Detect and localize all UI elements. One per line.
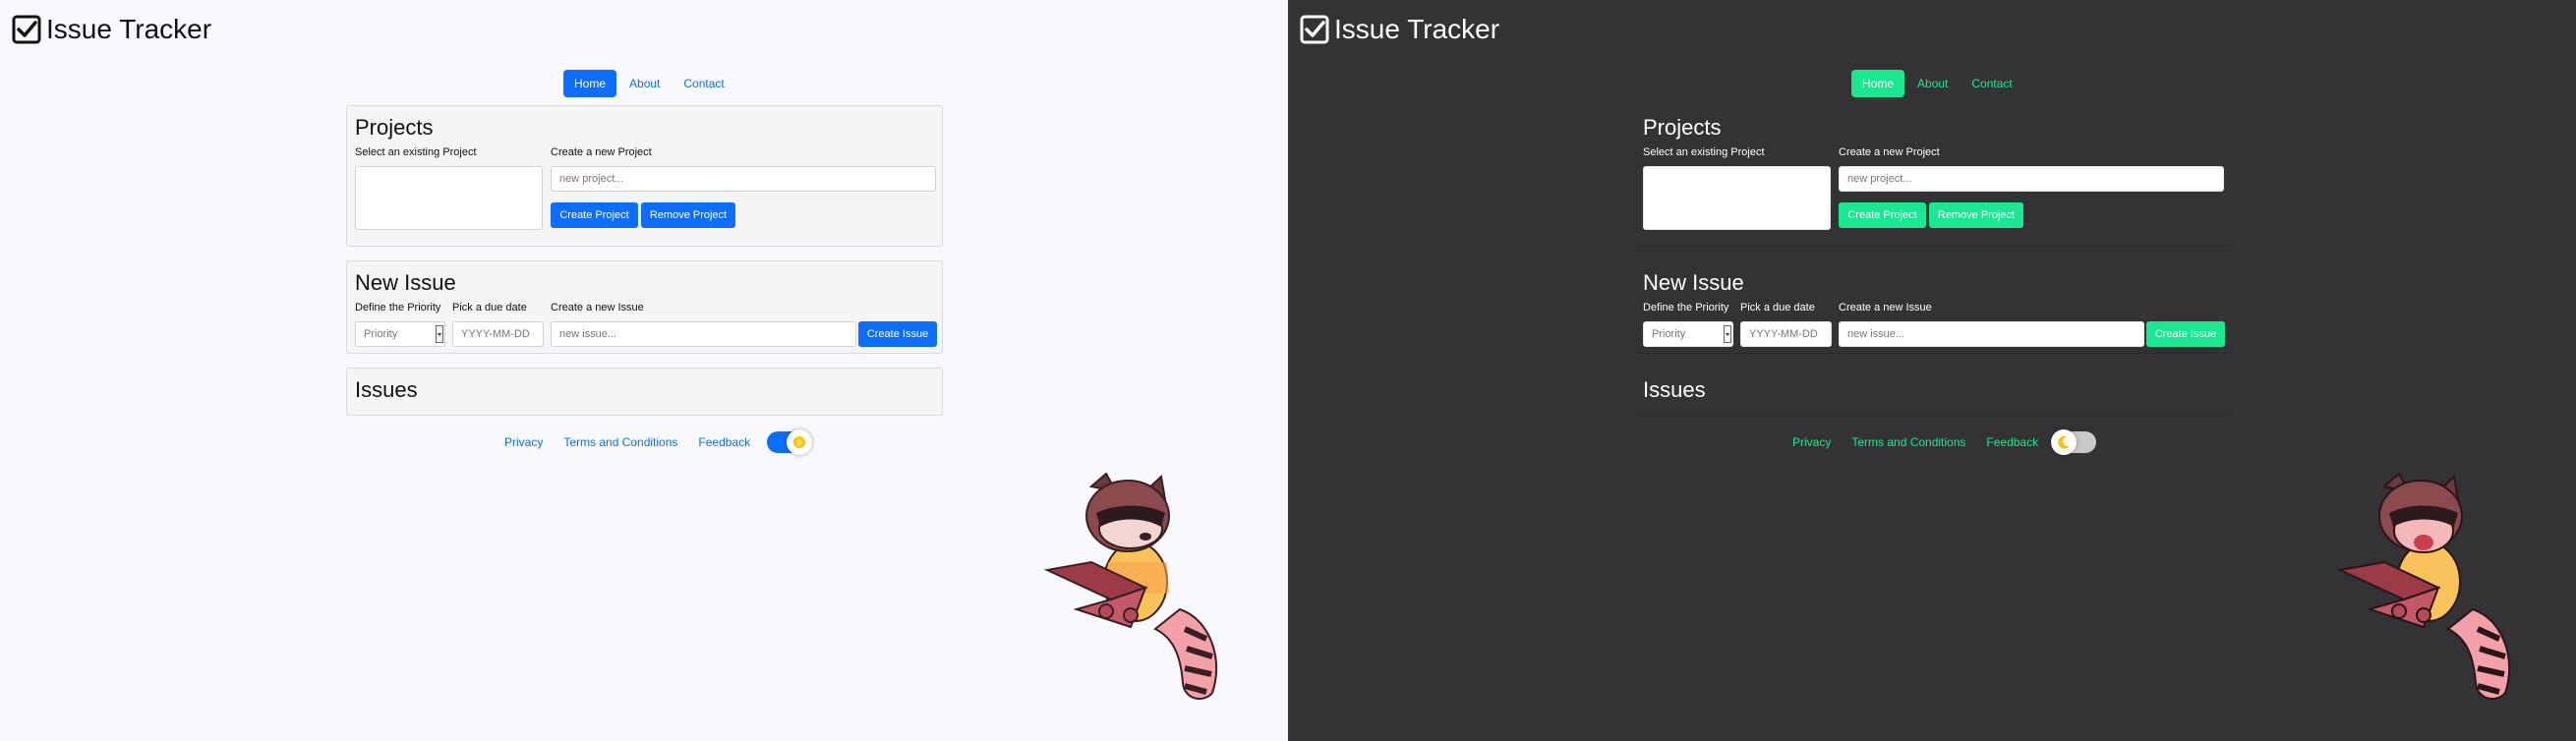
due-date-input[interactable]: YYYY-MM-DD: [452, 321, 544, 347]
brand: Issue Tracker: [12, 12, 211, 47]
terms-link[interactable]: Terms and Conditions: [563, 430, 677, 454]
toggle-knob: [2051, 429, 2078, 455]
priority-select[interactable]: Priority: [355, 321, 445, 347]
app-title: Issue Tracker: [46, 14, 212, 44]
moon-icon: [2058, 435, 2071, 449]
new-issue-card: New Issue Define the Priority Priority P…: [346, 260, 943, 354]
remove-project-button[interactable]: Remove Project: [641, 202, 735, 228]
footer: Privacy Terms and Conditions Feedback: [504, 429, 813, 455]
terms-link[interactable]: Terms and Conditions: [1851, 430, 1965, 454]
raccoon-mascot-illustration: [1043, 472, 1218, 700]
create-issue-button[interactable]: Create Issue: [858, 321, 937, 347]
nav-about[interactable]: About: [618, 70, 671, 97]
priority-select[interactable]: Priority: [1643, 321, 1733, 347]
projects-card: Projects Select an existing Project Crea…: [346, 105, 943, 247]
new-issue-input[interactable]: new issue...: [1839, 321, 2144, 347]
main-nav: Home About Contact: [1851, 70, 2023, 97]
nav-about[interactable]: About: [1906, 70, 1959, 97]
main-nav: Home About Contact: [563, 70, 735, 97]
chevron-down-icon: [1724, 325, 1731, 343]
select-project-label: Select an existing Project: [355, 146, 477, 158]
raccoon-mascot-illustration: [2336, 472, 2511, 700]
sun-icon: [793, 436, 806, 448]
privacy-link[interactable]: Privacy: [504, 430, 543, 454]
project-list[interactable]: [355, 166, 543, 230]
create-project-label: Create a new Project: [551, 146, 652, 158]
priority-value: Priority: [364, 328, 398, 340]
due-date-label: Pick a due date: [452, 302, 527, 314]
projects-title: Projects: [1643, 115, 1722, 140]
new-project-input[interactable]: new project...: [551, 166, 936, 192]
priority-label: Define the Priority: [355, 302, 441, 314]
create-project-button[interactable]: Create Project: [1839, 202, 1926, 228]
due-date-input[interactable]: YYYY-MM-DD: [1740, 321, 1832, 347]
remove-project-button[interactable]: Remove Project: [1929, 202, 2023, 228]
projects-title: Projects: [355, 115, 434, 140]
nav-home[interactable]: Home: [1851, 70, 1905, 97]
theme-toggle[interactable]: [767, 429, 813, 455]
checkbox-icon: [12, 15, 41, 44]
issues-card: Issues: [1634, 368, 2231, 416]
issues-title: Issues: [1643, 377, 1706, 402]
nav-contact[interactable]: Contact: [673, 70, 734, 97]
create-issue-label: Create a new Issue: [551, 302, 644, 314]
new-issue-title: New Issue: [355, 270, 456, 295]
light-theme-view: Issue Tracker Home About Contact Project…: [0, 0, 1288, 741]
footer: Privacy Terms and Conditions Feedback: [1792, 429, 2097, 455]
create-project-label: Create a new Project: [1839, 146, 1940, 158]
project-list[interactable]: [1643, 166, 1831, 230]
projects-card: Projects Select an existing Project Crea…: [1634, 105, 2231, 247]
select-project-label: Select an existing Project: [1643, 146, 1765, 158]
dark-theme-view: Issue Tracker Home About Contact Project…: [1288, 0, 2576, 741]
new-issue-card: New Issue Define the Priority Priority P…: [1634, 260, 2231, 354]
due-date-label: Pick a due date: [1740, 302, 1815, 314]
issues-card: Issues: [346, 368, 943, 416]
feedback-link[interactable]: Feedback: [1986, 430, 2038, 454]
app-title: Issue Tracker: [1334, 14, 1500, 44]
issues-title: Issues: [355, 377, 418, 402]
new-issue-title: New Issue: [1643, 270, 1744, 295]
checkbox-icon: [1300, 15, 1329, 44]
brand: Issue Tracker: [1300, 12, 1499, 47]
new-issue-input[interactable]: new issue...: [551, 321, 856, 347]
create-issue-button[interactable]: Create Issue: [2146, 321, 2225, 347]
create-issue-label: Create a new Issue: [1839, 302, 1932, 314]
privacy-link[interactable]: Privacy: [1792, 430, 1831, 454]
priority-label: Define the Priority: [1643, 302, 1729, 314]
create-project-button[interactable]: Create Project: [551, 202, 638, 228]
theme-toggle[interactable]: [2051, 429, 2097, 455]
nav-contact[interactable]: Contact: [1961, 70, 2022, 97]
feedback-link[interactable]: Feedback: [698, 430, 750, 454]
chevron-down-icon: [436, 325, 443, 343]
new-project-input[interactable]: new project...: [1839, 166, 2224, 192]
toggle-knob: [787, 429, 813, 455]
priority-value: Priority: [1652, 328, 1686, 340]
nav-home[interactable]: Home: [563, 70, 617, 97]
